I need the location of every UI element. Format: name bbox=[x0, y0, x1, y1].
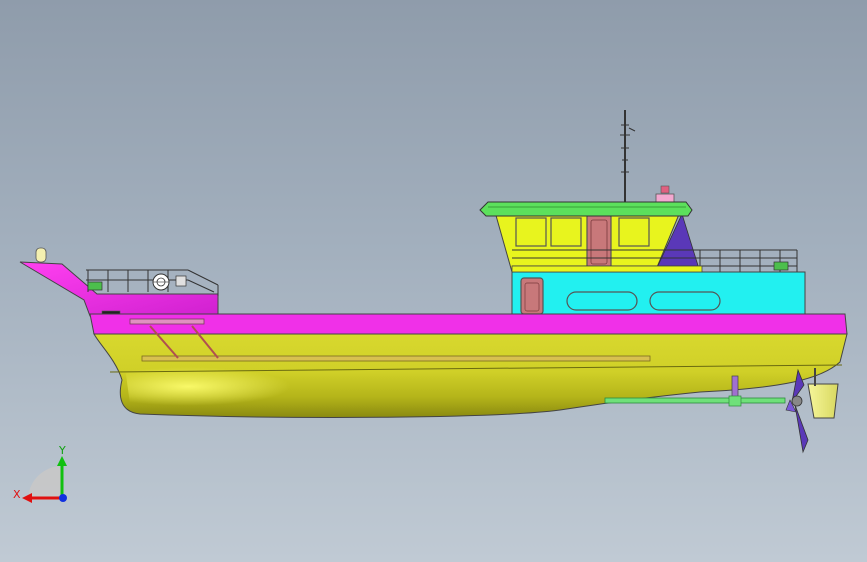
axis-triad: Y X bbox=[13, 444, 67, 503]
bow bbox=[19, 247, 219, 320]
wheelhouse-roof bbox=[479, 201, 693, 217]
stern-bollard bbox=[773, 261, 789, 271]
radar-unit bbox=[655, 185, 675, 205]
boat-model-side-view: Y X bbox=[13, 110, 848, 503]
anchor-windlass bbox=[152, 273, 187, 291]
bow-bollard bbox=[87, 281, 103, 291]
lower-cabin bbox=[511, 265, 806, 315]
bow-railing bbox=[86, 269, 219, 296]
y-axis-label: Y bbox=[58, 444, 66, 457]
triad-plane bbox=[28, 466, 62, 500]
cad-viewport[interactable]: Y X bbox=[0, 0, 867, 562]
wheelhouse bbox=[494, 211, 701, 273]
z-axis-origin bbox=[59, 494, 67, 502]
x-axis-label: X bbox=[13, 488, 21, 501]
mast bbox=[620, 110, 636, 202]
bow-fender-rail bbox=[129, 318, 205, 325]
